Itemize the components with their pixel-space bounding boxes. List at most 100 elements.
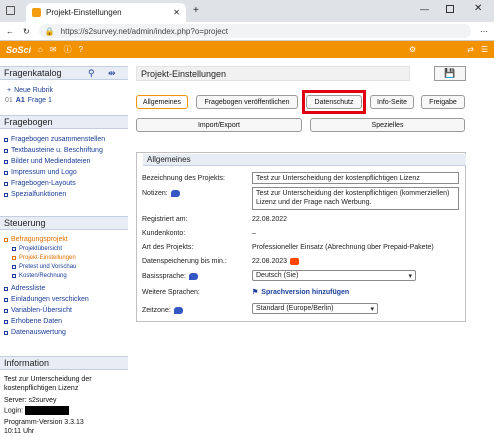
save-button[interactable]: 💾 [434,66,466,81]
fragenkatalog-title: Fragenkatalog [4,68,62,78]
sidebar-item-datenauswertung[interactable]: Datenauswertung [4,329,66,336]
rubric-item[interactable]: 01 A1 Frage 1 [5,97,52,104]
sidebar-item-layouts[interactable]: Fragebogen-Layouts [4,180,76,187]
rubric-label: Frage 1 [27,97,52,104]
tab-freigabe[interactable]: Freigabe [421,95,465,109]
sidebar-item-variablen[interactable]: Variablen-Übersicht [4,307,72,314]
language-label-row: Basissprache: [142,271,198,281]
maximize-icon[interactable] [446,5,454,13]
window-menu-icon[interactable] [6,6,15,15]
sidebar-item-label: Erhobene Daten [11,318,62,325]
url-text: https://s2survey.net/admin/index.php?o=p… [60,26,228,36]
bullet-icon [4,286,8,291]
tab-allgemeines[interactable]: Allgemeines [136,95,188,109]
notes-label: Notizen: [142,189,168,197]
tab-spezielles[interactable]: Spezielles [310,118,465,132]
add-language-label: Sprachversion hinzufügen [261,288,350,296]
home-icon[interactable]: ⌂ [38,45,43,54]
fragebogen-title: Fragebogen [4,117,53,127]
add-language-link[interactable]: ⚑ Sprachversion hinzufügen [252,287,349,297]
notes-label-row: Notizen: [142,188,180,198]
sidebar-item-adressliste[interactable]: Adressliste [4,285,45,292]
info-project-line1: Test zur Unterscheidung der [4,376,92,383]
address-bar-row: ← ↻ 🔒 https://s2survey.net/admin/index.p… [0,22,494,41]
swap-icon[interactable]: ⇄ [467,45,474,54]
sidebar-item-textbausteine[interactable]: Textbausteine u. Beschriftung [4,147,103,154]
help-bubble-icon[interactable] [173,306,183,314]
bullet-icon [4,297,8,302]
timezone-select[interactable]: Standard (Europe/Berlin) ▾ [252,303,378,314]
sidebar-item-label: Datenauswertung [11,329,66,336]
close-window-icon[interactable]: ✕ [474,3,482,14]
help-icon[interactable]: ? [79,45,83,54]
info-time: 10:11 Uhr [4,428,35,435]
new-rubric-label: Neue Rubrik [14,87,54,94]
sidebar-item-einladungen[interactable]: Einladungen verschicken [4,296,89,303]
bullet-icon [4,330,8,335]
sidebar-subitem-pretest[interactable]: Pretest und Vorschau [12,264,76,270]
sidebar-item-label: Pretest und Vorschau [19,264,77,270]
bullet-icon [4,159,8,164]
info-icon[interactable]: ⓘ [64,44,72,55]
floppy-disk-icon: 💾 [444,68,456,78]
steuerung-header: Steuerung [0,216,128,230]
sidebar-item-label: Befragungsprojekt [11,236,68,243]
information-header: Information [0,356,128,370]
sidebar-item-bilder[interactable]: Bilder und Mediendateien [4,158,90,165]
chevron-down-icon: ▾ [370,305,374,313]
menu-icon[interactable]: ☰ [481,45,488,54]
registered-value: 22.08.2022 [252,215,288,223]
app-toolbar: SoSci ⌂ ✉ ⓘ ? ⚙ ⇄ ☰ [0,41,494,58]
project-name-label: Bezeichnung des Projekts: [142,174,225,182]
extend-storage-icon[interactable] [290,257,300,265]
sidebar-item-spezialfunktionen[interactable]: Spezialfunktionen [4,191,66,198]
rubric-code: A1 [15,97,25,104]
sidebar-item-impressum[interactable]: Impressum und Logo [4,169,77,176]
bullet-icon [4,148,8,153]
expand-icon[interactable]: ⇹ [108,68,116,79]
project-type-label: Art des Projekts: [142,243,194,251]
close-tab-icon[interactable]: ✕ [173,8,180,17]
timezone-label-row: Zeitzone: [142,305,183,315]
minimize-icon[interactable]: — [420,4,429,14]
storage-label: Datenspeicherung bis min.: [142,257,227,265]
sidebar-item-fragebogen-zusammenstellen[interactable]: Fragebogen zusammenstellen [4,136,105,143]
tab-fragebogen-veroeffentlichen[interactable]: Fragebogen veröffentlichen [196,95,298,109]
fragebogen-header: Fragebogen [0,115,128,129]
language-label: Basissprache: [142,272,186,280]
highlight-box [302,90,366,114]
sidebar-item-label: Impressum und Logo [11,169,77,176]
tab-info-seite[interactable]: Info-Seite [370,95,414,109]
reload-icon[interactable]: ↻ [23,27,30,36]
account-value: – [252,229,256,237]
sosci-logo: SoSci [6,44,32,55]
redacted-login [25,406,70,415]
sidebar-subitem-kosten[interactable]: Kosten/Rechnung [12,273,67,279]
messages-icon[interactable]: ✉ [50,45,57,54]
filter-icon[interactable]: ⚲ [88,68,95,79]
new-tab-icon[interactable]: + [193,5,199,16]
project-name-input[interactable]: Test zur Unterscheidung der kostenpflich… [252,172,459,184]
browser-tab[interactable]: Projekt-Einstellungen ✕ [26,3,186,22]
sidebar-subitem-projektuebersicht[interactable]: Projektübersicht [12,246,62,252]
bullet-icon [4,170,8,175]
tab-import-export[interactable]: Import/Export [136,118,302,132]
settings-gear-icon[interactable]: ⚙ [409,45,416,54]
info-server: Server: s2survey [4,397,57,404]
storage-row: 22.08.2023 [252,256,300,266]
new-rubric-link[interactable]: + Neue Rubrik [7,87,53,94]
url-field[interactable]: 🔒 https://s2survey.net/admin/index.php?o… [38,24,471,38]
bullet-icon [4,192,8,197]
sidebar-item-befragungsprojekt[interactable]: Befragungsprojekt [4,236,68,243]
sidebar-subitem-projekt-einstellungen[interactable]: Projekt-Einstellungen [12,255,76,261]
bullet-icon [4,181,8,186]
base-language-select[interactable]: Deutsch (Sie) ▾ [252,270,416,281]
notes-textarea[interactable]: Test zur Unterscheidung der kostenpflich… [252,187,459,210]
sidebar-item-label: Textbausteine u. Beschriftung [11,147,103,154]
sosci-favicon-icon [32,8,41,17]
help-bubble-icon[interactable] [188,272,198,280]
back-icon[interactable]: ← [6,27,14,36]
more-options-icon[interactable]: ⋯ [480,27,488,36]
sidebar-item-erhobene-daten[interactable]: Erhobene Daten [4,318,62,325]
help-bubble-icon[interactable] [170,189,180,197]
